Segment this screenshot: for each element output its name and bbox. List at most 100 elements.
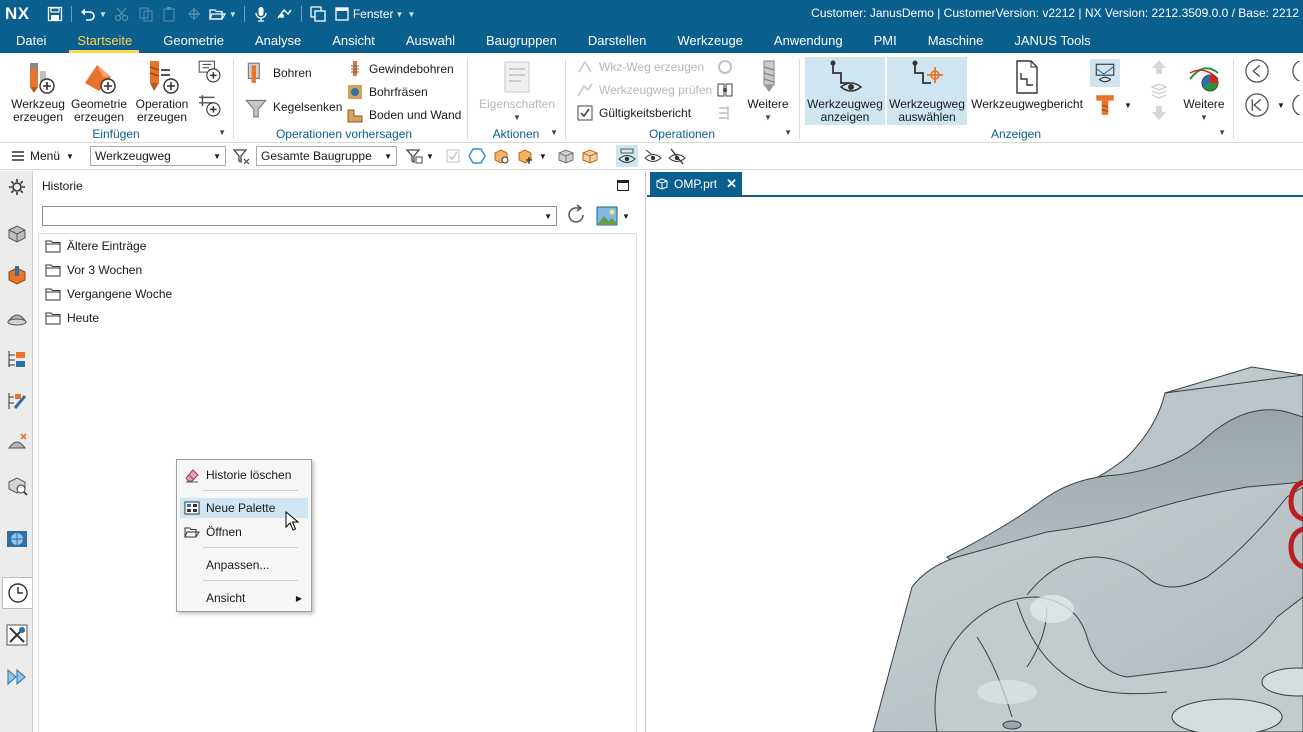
group-aktionen-dropdown-icon[interactable]: ▼ [550,128,558,137]
bohrfraesen-button[interactable]: Bohrfräsen [346,82,428,102]
filter-settings-icon[interactable] [405,147,423,165]
part-navigator-icon[interactable] [5,305,29,329]
history-filter-select[interactable]: ▼ [42,206,557,226]
operation-navigator-icon[interactable] [5,221,29,245]
tab-geometrie[interactable]: Geometrie [147,28,239,53]
group-einfuegen-dropdown-icon[interactable]: ▼ [218,128,226,137]
tab-janus-tools[interactable]: JANUS Tools [998,28,1105,53]
toolpath-display-toggle[interactable] [1090,59,1120,87]
last-button[interactable] [1291,95,1303,115]
list-item[interactable]: Heute [45,308,99,328]
select-toolpath-button[interactable]: Werkzeugweg auswählen [887,57,967,125]
eigenschaften-button[interactable]: Eigenschaften ▼ [478,57,556,124]
tab-baugruppen[interactable]: Baugruppen [470,28,572,53]
resource-settings-icon[interactable] [5,175,29,199]
web-browser-icon[interactable] [5,527,29,551]
menu-button[interactable]: Menü ▼ [0,149,86,163]
microphone-icon[interactable] [250,3,272,25]
list-item[interactable]: Vergangene Woche [45,284,172,304]
previous-button[interactable] [1244,59,1270,83]
assembly-navigator-icon[interactable] [5,347,29,371]
shop-docs-button[interactable] [716,80,734,100]
history-icon[interactable] [2,577,32,609]
open-icon[interactable] [207,3,229,25]
create-operation-button[interactable]: Operation erzeugen [133,57,191,124]
document-tab[interactable]: OMP.prt ✕ [650,172,742,195]
feature-select-icon[interactable] [492,147,510,165]
menu-item-label: Historie löschen [206,468,292,482]
create-geometry-button[interactable]: Geometrie erzeugen [70,57,128,124]
tab-darstellen[interactable]: Darstellen [572,28,662,53]
window-menu[interactable]: Fenster ▼ ▼ [335,7,418,21]
selection-scope-select[interactable]: Gesamte Baugruppe ▼ [256,146,397,166]
create-program-button[interactable] [197,60,221,83]
undo-dropdown-icon[interactable]: ▼ [99,10,107,19]
tab-werkzeuge[interactable]: Werkzeuge [661,28,758,53]
list-item[interactable]: Ältere Einträge [45,236,146,256]
constraint-navigator-icon[interactable] [5,389,29,413]
refresh-icon[interactable] [566,204,588,229]
tab-maschine[interactable]: Maschine [912,28,999,53]
tool-display-button[interactable]: ▼ [1093,95,1132,115]
menu-label: Menü [30,149,61,163]
group-anzeigen-dropdown-icon[interactable]: ▼ [1218,128,1226,137]
next-button[interactable] [1291,61,1303,81]
anzeigen-weitere-label: Weitere [1183,97,1225,111]
show-toolpath-button[interactable]: Werkzeugweg anzeigen [805,57,885,125]
create-method-button[interactable] [197,95,221,117]
machine-tool-navigator-icon[interactable] [5,263,29,287]
undo-icon[interactable] [77,3,99,25]
group-operationen-dropdown-icon[interactable]: ▼ [784,128,792,137]
reset-filter-icon[interactable] [232,147,250,165]
process-studio-icon[interactable] [5,623,29,647]
tab-pmi[interactable]: PMI [858,28,912,53]
gewindebohren-button[interactable]: Gewindebohren [346,59,454,79]
list-item[interactable]: Vor 3 Wochen [45,260,142,280]
hide-toolpath-icon[interactable] [668,147,686,165]
boden-wand-button[interactable]: Boden und Wand [346,105,461,125]
command-finder-icon[interactable] [274,3,296,25]
anzeigen-weitere-button[interactable]: Weitere ▼ [1178,57,1230,124]
tab-anwendung[interactable]: Anwendung [758,28,858,53]
tab-startseite[interactable]: Startseite [61,28,147,53]
output-cls-button [716,103,734,123]
shaded-view-icon[interactable] [557,147,575,165]
show-mcs-icon[interactable] [615,145,638,167]
menu-item-customize[interactable]: Anpassen... [180,555,308,575]
switch-window-icon[interactable] [307,3,329,25]
filter-settings-dropdown-icon[interactable]: ▼ [426,152,434,161]
boden-wand-label: Boden und Wand [369,108,462,122]
tab-datei[interactable]: Datei [0,28,61,53]
verify-toolpath-button[interactable]: Werkzeugweg prüfen [576,80,712,100]
open-dropdown-icon[interactable]: ▼ [229,10,237,19]
close-icon[interactable]: ✕ [726,176,737,192]
create-tool-button[interactable]: Werkzeug erzeugen [9,57,67,124]
show-tool-icon[interactable] [644,147,662,165]
menu-item-view[interactable]: Ansicht ▶ [180,588,308,608]
type-filter-select[interactable]: Werkzeugweg ▼ [90,146,226,166]
tab-ansicht[interactable]: Ansicht [316,28,390,53]
generate-toolpath-button[interactable]: Wkz-Weg erzeugen [576,57,704,77]
maximize-icon[interactable] [617,180,629,191]
bohren-button[interactable]: Bohren [244,61,312,85]
customize-qat-icon[interactable]: ▼ [407,10,415,19]
kegelsenken-button[interactable]: Kegelsenken [244,95,342,119]
graphics-window[interactable]: OMP.prt ✕ [647,171,1303,732]
toolpath-report-button[interactable]: Werkzeugwegbericht [970,57,1084,111]
first-button[interactable]: ▼ [1244,93,1285,117]
tab-analyse[interactable]: Analyse [239,28,316,53]
janus-tools-icon[interactable] [5,665,29,689]
polygon-select-icon[interactable] [468,147,486,165]
group-vorhersagen: Bohren Kegelsenken Gewindebohren Bohrfrä… [234,53,461,143]
save-icon[interactable] [44,3,66,25]
menu-item-clear-history[interactable]: Historie löschen [180,465,308,485]
tab-auswahl[interactable]: Auswahl [390,28,470,53]
validity-report-button[interactable]: Gültigkeitsbericht [576,103,691,123]
body-select-dropdown-icon[interactable]: ▼ [539,152,547,161]
operationen-weitere-button[interactable]: Weitere ▼ [742,57,794,124]
view-mode-button[interactable]: ▼ [596,206,630,226]
reuse-library-icon[interactable] [5,473,29,497]
body-select-icon[interactable] [516,147,534,165]
feature-navigator-icon[interactable] [5,431,29,455]
wireframe-view-icon[interactable] [581,147,599,165]
